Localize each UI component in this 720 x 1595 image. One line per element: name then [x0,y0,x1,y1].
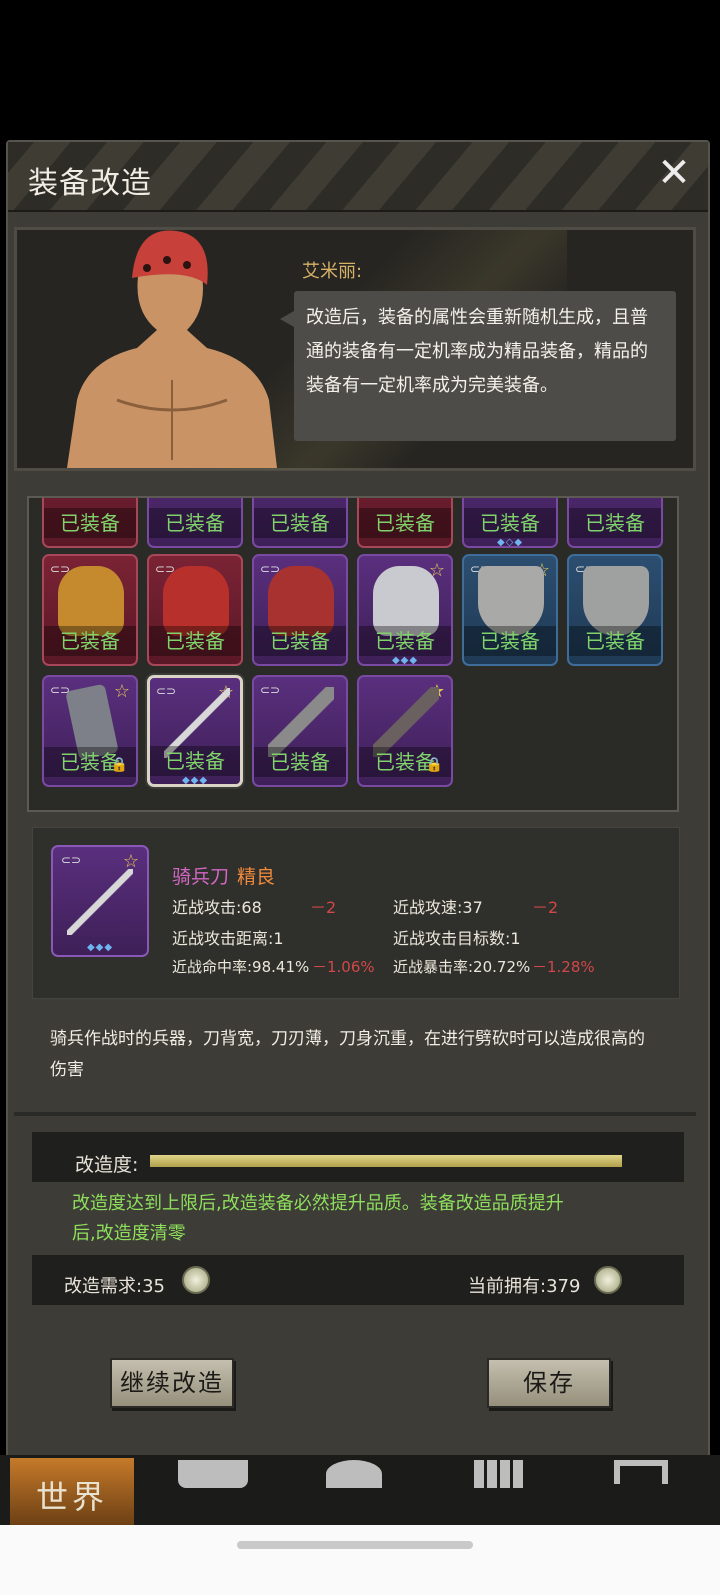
bottle-cap-icon [182,1266,210,1294]
npc-name: 艾米丽: [302,261,363,282]
item-name-line: 骑兵刀 精良 [172,862,275,889]
stat-melee-crit-delta: －1.28% [532,958,595,976]
equipment-slot[interactable]: ⊂⊃已装备 [147,554,243,666]
equipped-label: 已装备 [359,626,451,656]
workbench-icon[interactable] [614,1460,668,1484]
owned-amount: 当前拥有:379 [468,1276,581,1297]
diamond-icon: ◆◆◆ [86,942,114,953]
equipment-slot[interactable]: ★已装备🔒 [357,675,453,787]
equipment-slot[interactable]: ⊂⊃已装备 [42,554,138,666]
equipped-label: 已装备 [359,508,451,538]
stat-melee-speed: 近战攻速:37 [393,898,483,917]
equipped-label: 已装备 [44,626,136,656]
stat-melee-attack: 近战攻击:68 [172,898,262,917]
equipped-label: 已装备 [149,508,241,538]
equipment-slot[interactable]: ⊂⊃已装备 [252,675,348,787]
dialog-title: 装备改造 [28,166,152,201]
lock-icon: 🔒 [110,757,128,773]
backpack-icon[interactable] [178,1460,248,1488]
lock-icon: 🔒 [425,757,443,773]
progress-note: 改造度达到上限后,改造装备必然提升品质。装备改造品质提升后,改造度清零 [72,1193,564,1244]
npc-speech-bubble: 改造后，装备的属性会重新随机生成，且普通的装备有一定机率成为精品装备，精品的装备… [280,291,676,441]
nav-world-tab[interactable]: 世界 [10,1458,134,1526]
stat-melee-hit-delta: －1.06% [312,958,375,976]
character-icon[interactable] [326,1460,382,1488]
progress-fill [150,1155,622,1167]
save-button[interactable]: 保存 [487,1358,611,1408]
stat-melee-targets: 近战攻击目标数:1 [393,929,521,948]
equipped-label: 已装备 [149,626,241,656]
diamond-icon: ◆◆◆ [181,775,209,786]
equipment-slot[interactable]: ⊂⊃已装备 [252,554,348,666]
equipped-label: 已装备 [464,508,556,538]
equipment-slot[interactable]: ⊂⊃☆已装备 [462,554,558,666]
progress-label: 改造度: [75,1154,139,1176]
required-cost: 改造需求:35 [64,1276,165,1297]
equipment-slot[interactable]: ☆ 已装备 ◆◆◆ [357,554,453,666]
equipped-label: 已装备 [44,508,136,538]
equipment-slot-selected[interactable]: ⊂⊃☆已装备◆◆◆ [147,675,243,787]
equipment-slot[interactable]: 已装备 [147,498,243,548]
equipped-label: 已装备 [150,746,240,776]
building-icon[interactable] [474,1460,526,1488]
equipped-label: 已装备 [254,747,346,777]
diamond-icon: ◆◆◆ [391,655,419,666]
close-button[interactable]: ✕ [652,150,696,196]
stat-melee-range: 近战攻击距离:1 [172,929,284,948]
progress-bar [150,1155,622,1167]
equipment-slot[interactable]: 已装备 [42,498,138,548]
diamond-icon: ◆◇◆ [496,537,524,548]
equipment-slot[interactable]: 已装备 [567,498,663,548]
equipment-slot[interactable]: 已装备 [252,498,348,548]
continue-modify-button[interactable]: 继续改造 [110,1358,234,1408]
equipped-label: 已装备 [569,508,661,538]
system-nav-bar [0,1525,720,1595]
bottle-cap-icon [594,1266,622,1294]
equipment-slot[interactable]: ⊂⊃已装备 [567,554,663,666]
stat-melee-crit: 近战暴击率:20.72% [393,958,531,976]
item-quality: 精良 [237,866,276,888]
stat-melee-speed-delta: －2 [532,898,559,917]
equipment-slot[interactable]: 已装备 [357,498,453,548]
equipped-label: 已装备 [254,508,346,538]
item-description: 骑兵作战时的兵器，刀背宽，刀刃薄，刀身沉重，在进行劈砍时可以造成很高的伤害 [50,1029,645,1080]
equipment-grid: 已装备 已装备 已装备 已装备 已装备 ◆◇◆ 已装备 ⊂⊃ 已装备 ⊂⊃ 已装备 ⊂… [27,496,679,812]
divider [14,1112,696,1116]
item-name: 骑兵刀 [172,866,230,888]
equipment-slot[interactable]: 已装备 ◆◇◆ [462,498,558,548]
saber-icon [67,869,133,935]
link-icon: ⊂⊃ [61,853,82,867]
stat-melee-hit: 近战命中率:98.41% [172,958,310,976]
npc-portrait [67,230,277,468]
stat-melee-attack-delta: －2 [310,898,337,917]
equipped-label: 已装备 [254,626,346,656]
equipment-slot[interactable]: ⊂⊃ ☆ 已装备 🔒 [42,675,138,787]
home-indicator[interactable] [237,1541,473,1549]
equipped-label: 已装备 [569,626,661,656]
selected-item-icon: ⊂⊃ ☆ ◆◆◆ [51,845,149,957]
equipped-label: 已装备 [464,626,556,656]
star-icon: ☆ [113,681,130,702]
